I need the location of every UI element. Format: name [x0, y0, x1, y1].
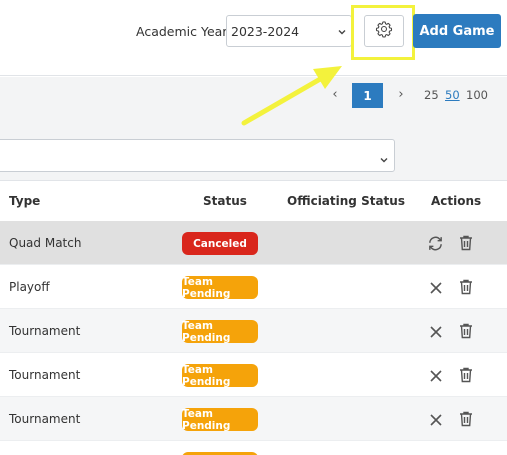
game-type: Tournament	[9, 324, 81, 338]
close-icon[interactable]	[427, 279, 444, 296]
close-icon[interactable]	[427, 367, 444, 384]
game-type: Playoff	[9, 280, 50, 294]
page-size-100[interactable]: 100	[466, 88, 488, 102]
page-size-50[interactable]: 50	[445, 88, 460, 102]
academic-year-value: 2023-2024	[231, 24, 300, 39]
close-icon[interactable]	[427, 323, 444, 340]
status-badge: Team Pending	[182, 320, 258, 344]
table-row[interactable]: Quad Match Canceled	[0, 221, 507, 265]
column-header-actions: Actions	[431, 194, 482, 208]
table-row[interactable]: Tournament Team Pending	[0, 397, 507, 441]
highlight-box	[351, 5, 415, 60]
status-badge: Team Pending	[182, 364, 258, 388]
games-table-body: Quad Match Canceled Playoff Team Pending…	[0, 221, 507, 441]
chevron-down-icon	[337, 25, 347, 40]
table-header: Type Status Officiating Status Actions	[0, 180, 507, 221]
status-badge: Team Pending	[182, 276, 258, 300]
table-row[interactable]: Tournament Team Pending	[0, 353, 507, 397]
trash-icon[interactable]	[458, 322, 474, 340]
column-header-type[interactable]: Type	[9, 194, 40, 208]
academic-year-label: Academic Year:	[136, 24, 232, 39]
trash-icon[interactable]	[458, 234, 474, 252]
pagination-current-page[interactable]: 1	[352, 83, 383, 108]
table-row[interactable]: Playoff Team Pending	[0, 265, 507, 309]
page-size-25[interactable]: 25	[424, 88, 439, 102]
game-type: Quad Match	[9, 236, 82, 250]
top-toolbar: Academic Year: 2023-2024 Add Game	[0, 0, 507, 76]
chevron-down-icon	[379, 150, 389, 169]
trash-icon[interactable]	[458, 366, 474, 384]
trash-icon[interactable]	[458, 410, 474, 428]
refresh-icon[interactable]	[427, 235, 444, 252]
pagination-next[interactable]: ›	[393, 87, 409, 103]
close-icon[interactable]	[427, 411, 444, 428]
game-type: Tournament	[9, 368, 81, 382]
status-badge: Canceled	[182, 232, 258, 255]
academic-year-select[interactable]: 2023-2024	[226, 15, 352, 47]
filter-select[interactable]	[0, 139, 395, 172]
column-header-status[interactable]: Status	[203, 194, 247, 208]
pagination-prev[interactable]: ‹	[327, 87, 343, 103]
trash-icon[interactable]	[458, 278, 474, 296]
add-game-button[interactable]: Add Game	[413, 14, 501, 48]
status-badge: Team Pending	[182, 408, 258, 432]
column-header-officiating-status[interactable]: Officiating Status	[287, 194, 405, 208]
game-type: Tournament	[9, 412, 81, 426]
table-row[interactable]: Tournament Team Pending	[0, 309, 507, 353]
